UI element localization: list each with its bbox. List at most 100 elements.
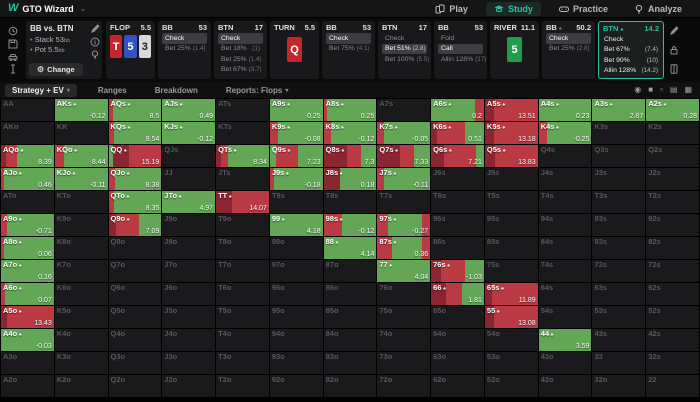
hand-cell-83s[interactable]: 83s (592, 237, 645, 259)
solid-view-icon[interactable]: ■ (648, 86, 653, 94)
action-panel-4-bb[interactable]: BB53CheckBet 75%(4.1) (322, 21, 375, 79)
hand-cell-98o[interactable]: 98o (270, 237, 323, 259)
board-card[interactable]: 3 (139, 35, 151, 58)
hand-cell-Q5s[interactable]: Q5s ♠13.83 (485, 145, 538, 167)
hand-cell-K3o[interactable]: K3o (55, 352, 108, 374)
hand-cell-84s[interactable]: 84s (539, 237, 592, 259)
hand-cell-76o[interactable]: 76o (377, 283, 430, 305)
hand-cell-T9s[interactable]: T9s (270, 191, 323, 213)
hand-cell-K6s[interactable]: K6s ♠0.51 (431, 122, 484, 144)
hand-cell-J9s[interactable]: J9s ♠-0.18 (270, 168, 323, 190)
compact-view-icon[interactable]: ▫ (660, 86, 663, 94)
hand-cell-K3s[interactable]: K3s (592, 122, 645, 144)
hand-cell-K2s[interactable]: K2s (646, 122, 699, 144)
hand-cell-K9s[interactable]: K9s ♠-0.08 (270, 122, 323, 144)
action-option[interactable]: Bet 90%(10) (603, 55, 659, 66)
hand-cell-KTs[interactable]: KTs (216, 122, 269, 144)
hand-cell-T3s[interactable]: T3s (592, 191, 645, 213)
hand-cell-54o[interactable]: 54o (485, 329, 538, 351)
hand-cell-J4o[interactable]: J4o (162, 329, 215, 351)
action-option[interactable]: Bet 18%(1) (218, 44, 263, 55)
hand-cell-A8o[interactable]: A8o ♠0.06 (1, 237, 54, 259)
street-panel-river[interactable]: RIVER11.15 (490, 21, 539, 79)
save-icon[interactable] (8, 38, 18, 50)
hand-cell-Q4s[interactable]: Q4s (539, 145, 592, 167)
hand-cell-87o[interactable]: 87o (324, 260, 377, 282)
hand-cell-T5o[interactable]: T5o (216, 306, 269, 328)
action-option[interactable]: Check (218, 33, 263, 44)
action-option[interactable]: Bet 67%(7.4) (603, 45, 659, 56)
hand-cell-KTo[interactable]: KTo (55, 191, 108, 213)
hand-cell-Q2s[interactable]: Q2s (646, 145, 699, 167)
hand-cell-J8s[interactable]: J8s ♠0.18 (324, 168, 377, 190)
hand-cell-52o[interactable]: 52o (485, 375, 538, 397)
hand-cell-J2o[interactable]: J2o (162, 375, 215, 397)
hand-cell-K5o[interactable]: K5o (55, 306, 108, 328)
hand-cell-77[interactable]: 77 ♠4.04 (377, 260, 430, 282)
solutions-icon[interactable] (8, 50, 18, 62)
hand-cell-T8o[interactable]: T8o (216, 237, 269, 259)
hand-cell-AQo[interactable]: AQo ♠8.39 (1, 145, 54, 167)
hand-cell-A5s[interactable]: A5s ♠13.51 (485, 99, 538, 121)
hand-cell-T7s[interactable]: T7s (377, 191, 430, 213)
board-card[interactable]: T (110, 35, 122, 58)
hand-cell-76s[interactable]: 76s ♠-1.03 (431, 260, 484, 282)
action-panel-6-bb[interactable]: BB53FoldCallAllin 128%(17) (434, 21, 487, 79)
hand-cell-J5s[interactable]: J5s (485, 168, 538, 190)
action-option[interactable]: Check (326, 33, 371, 44)
hand-cell-Q7o[interactable]: Q7o (109, 260, 162, 282)
action-option[interactable]: Check (546, 33, 591, 44)
hand-cell-QQ[interactable]: QQ ♠15.19 (109, 145, 162, 167)
hand-cell-T3o[interactable]: T3o (216, 352, 269, 374)
hand-cell-T2s[interactable]: T2s (646, 191, 699, 213)
hand-cell-A8s[interactable]: A8s ♠0.25 (324, 99, 377, 121)
hand-cell-43o[interactable]: 43o (539, 352, 592, 374)
hand-cell-55[interactable]: 55 ♠13.08 (485, 306, 538, 328)
brand-menu[interactable]: W GTO Wizard ⌄ (8, 3, 86, 14)
hand-cell-A4s[interactable]: A4s ♠0.23 (539, 99, 592, 121)
hand-cell-T2o[interactable]: T2o (216, 375, 269, 397)
hand-cell-32o[interactable]: 32o (592, 375, 645, 397)
rows-view-icon[interactable]: ▤ (670, 86, 678, 94)
hand-cell-92s[interactable]: 92s (646, 214, 699, 236)
hand-cell-A2s[interactable]: A2s ♠0.28 (646, 99, 699, 121)
hand-cell-T6s[interactable]: T6s (431, 191, 484, 213)
action-option[interactable]: Check (162, 33, 207, 44)
hand-cell-43s[interactable]: 43s (592, 329, 645, 351)
hand-cell-53s[interactable]: 53s (592, 306, 645, 328)
hand-cell-Q8o[interactable]: Q8o (109, 237, 162, 259)
hand-cell-JTs[interactable]: JTs (216, 168, 269, 190)
hand-cell-AJo[interactable]: AJo ♠0.46 (1, 168, 54, 190)
hand-cell-54s[interactable]: 54s (539, 306, 592, 328)
hand-cell-65s[interactable]: 65s ♠11.89 (485, 283, 538, 305)
hand-cell-K4o[interactable]: K4o (55, 329, 108, 351)
pencil-icon[interactable] (90, 24, 100, 33)
hand-cell-95s[interactable]: 95s (485, 214, 538, 236)
hand-cell-K8s[interactable]: K8s ♠-0.12 (324, 122, 377, 144)
hand-cell-AJs[interactable]: AJs ♠0.49 (162, 99, 215, 121)
hand-cell-Q2o[interactable]: Q2o (109, 375, 162, 397)
nav-item-play[interactable]: Play (427, 2, 476, 16)
hand-cell-62o[interactable]: 62o (431, 375, 484, 397)
hand-cell-Q5o[interactable]: Q5o (109, 306, 162, 328)
action-option[interactable]: Allin 128%(17) (438, 54, 483, 65)
action-panel-2-btn[interactable]: BTN17CheckBet 18%(1)Bet 25%(1.4)Bet 67%(… (214, 21, 267, 79)
hand-cell-JTo[interactable]: JTo ♠4.97 (162, 191, 215, 213)
board-card[interactable]: 5 (507, 37, 522, 62)
hand-cell-QJs[interactable]: QJs (162, 145, 215, 167)
action-option[interactable]: Bet 25%(1.4) (162, 44, 207, 55)
hand-cell-75s[interactable]: 75s (485, 260, 538, 282)
action-panel-9-btn[interactable]: BTN♠14.2CheckBet 67%(7.4)Bet 90%(10)Alli… (598, 21, 664, 79)
hand-cell-98s[interactable]: 98s ♠-0.12 (324, 214, 377, 236)
street-panel-turn[interactable]: TURN5.5Q (270, 21, 319, 79)
hand-cell-KJo[interactable]: KJo ♠-0.11 (55, 168, 108, 190)
hand-cell-J9o[interactable]: J9o (162, 214, 215, 236)
hand-cell-64o[interactable]: 64o (431, 329, 484, 351)
hand-cell-A3o[interactable]: A3o (1, 352, 54, 374)
hand-cell-J6s[interactable]: J6s (431, 168, 484, 190)
hand-cell-74s[interactable]: 74s (539, 260, 592, 282)
hand-cell-53o[interactable]: 53o (485, 352, 538, 374)
hand-cell-K7s[interactable]: K7s ♠-0.05 (377, 122, 430, 144)
hand-cell-88[interactable]: 88 ♠4.14 (324, 237, 377, 259)
hand-cell-85s[interactable]: 85s (485, 237, 538, 259)
